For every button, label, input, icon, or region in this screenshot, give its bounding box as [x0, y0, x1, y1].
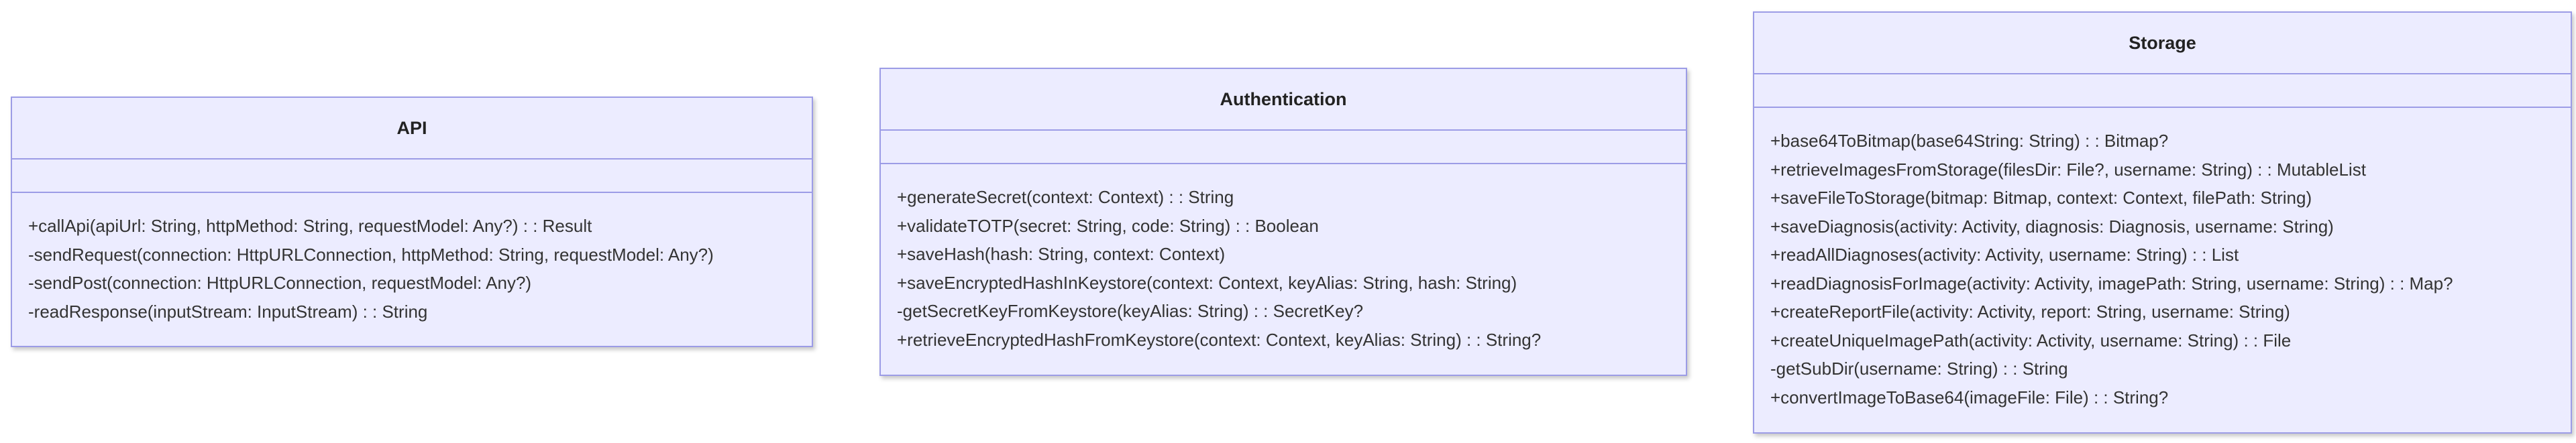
method-save-hash: +saveHash(hash: String, context: Context…: [897, 244, 1226, 264]
method-convert-image-to-base64: +convertImageToBase64(imageFile: File) :…: [1770, 387, 2169, 407]
class-name-api: API: [12, 98, 812, 160]
method-create-report-file: +createReportFile(activity: Activity, re…: [1770, 302, 2290, 322]
class-methods-storage: +base64ToBitmap(base64String: String) : …: [1754, 108, 2571, 412]
method-call-api: +callApi(apiUrl: String, httpMethod: Str…: [28, 216, 592, 236]
method-retrieve-images: +retrieveImagesFromStorage(filesDir: Fil…: [1770, 159, 2366, 180]
class-box-authentication[interactable]: Authentication +generateSecret(context: …: [879, 68, 1687, 376]
method-send-request: -sendRequest(connection: HttpURLConnecti…: [28, 244, 714, 265]
class-methods-api: +callApi(apiUrl: String, httpMethod: Str…: [12, 193, 812, 326]
class-methods-authentication: +generateSecret(context: Context) : : St…: [881, 164, 1686, 354]
class-box-api[interactable]: API +callApi(apiUrl: String, httpMethod:…: [11, 97, 813, 347]
method-read-all-diagnoses: +readAllDiagnoses(activity: Activity, us…: [1770, 245, 2239, 265]
method-read-response: -readResponse(inputStream: InputStream) …: [28, 301, 428, 322]
method-retrieve-encrypted-hash: +retrieveEncryptedHashFromKeystore(conte…: [897, 329, 1542, 350]
class-name-storage: Storage: [1754, 13, 2571, 74]
class-attributes-authentication: [881, 131, 1686, 164]
method-validate-totp: +validateTOTP(secret: String, code: Stri…: [897, 215, 1319, 236]
method-read-diagnosis-for-image: +readDiagnosisForImage(activity: Activit…: [1770, 273, 2453, 294]
method-send-post: -sendPost(connection: HttpURLConnection,…: [28, 273, 532, 293]
class-box-storage[interactable]: Storage +base64ToBitmap(base64String: St…: [1753, 11, 2572, 434]
class-name-authentication: Authentication: [881, 69, 1686, 131]
method-save-encrypted-hash: +saveEncryptedHashInKeystore(context: Co…: [897, 272, 1517, 293]
method-base64-to-bitmap: +base64ToBitmap(base64String: String) : …: [1770, 131, 2169, 151]
method-generate-secret: +generateSecret(context: Context) : : St…: [897, 187, 1234, 207]
method-save-diagnosis: +saveDiagnosis(activity: Activity, diagn…: [1770, 216, 2334, 237]
method-create-unique-image-path: +createUniqueImagePath(activity: Activit…: [1770, 330, 2292, 351]
class-attributes-api: [12, 160, 812, 193]
method-save-file: +saveFileToStorage(bitmap: Bitmap, conte…: [1770, 188, 2312, 208]
method-get-sub-dir: -getSubDir(username: String) : : String: [1770, 359, 2068, 379]
method-get-secret-key: -getSecretKeyFromKeystore(keyAlias: Stri…: [897, 301, 1364, 321]
class-attributes-storage: [1754, 74, 2571, 108]
